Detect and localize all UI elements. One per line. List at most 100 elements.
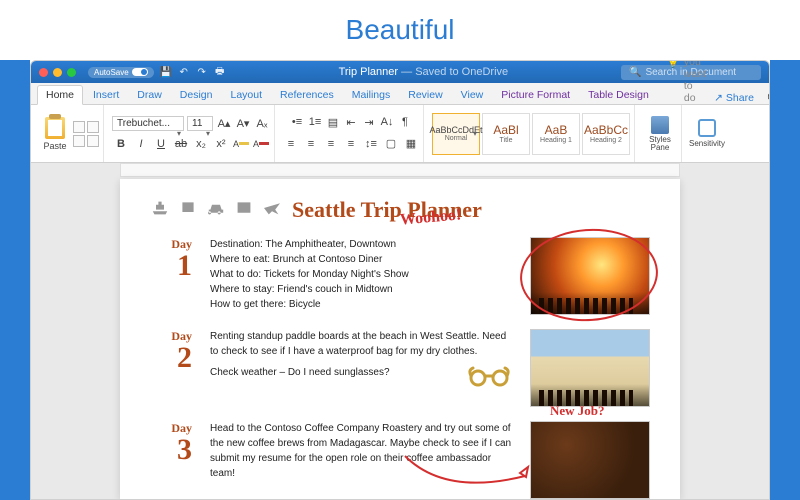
sensitivity-label: Sensitivity — [689, 139, 725, 148]
indent-right-button[interactable]: ⇥ — [362, 116, 376, 132]
sensitivity-button[interactable]: Sensitivity — [690, 119, 724, 148]
document-title: Seattle Trip Planner — [292, 197, 482, 223]
paragraph-group: •≡ 1≡ ▤ ⇤ ⇥ A↓ ¶ ≡ ≡ ≡ ≡ ↕≡ ▢ ▦ — [279, 105, 424, 162]
align-right-button[interactable]: ≡ — [323, 136, 339, 152]
tab-picture-format[interactable]: Picture Format — [493, 86, 578, 104]
bus-icon — [234, 200, 254, 216]
quick-access-toolbar: AutoSave 💾 ↶ ↷ 🖶 — [88, 66, 226, 78]
redo-icon[interactable]: ↷ — [196, 66, 208, 78]
day-row: Day 3 Head to the Contoso Coffee Company… — [150, 421, 650, 499]
shading-button[interactable]: ▢ — [383, 136, 399, 152]
justify-button[interactable]: ≡ — [343, 136, 359, 152]
font-color-button[interactable]: A — [253, 136, 269, 152]
ink-sunglasses — [466, 364, 516, 388]
cut-icon[interactable] — [73, 121, 85, 133]
tab-mailings[interactable]: Mailings — [344, 86, 399, 104]
day-row: Day 2 Renting standup paddle boards at t… — [150, 329, 650, 407]
style-heading2[interactable]: AaBbCcHeading 2 — [582, 113, 630, 155]
ribbon-home: Paste Trebuchet... 11 A▴ A▾ Aₓ — [31, 105, 769, 163]
clear-format-icon[interactable]: Aₓ — [254, 116, 270, 132]
line-spacing-button[interactable]: ↕≡ — [363, 136, 379, 152]
sensitivity-group: Sensitivity — [686, 105, 728, 162]
car-icon — [206, 200, 226, 216]
font-group: Trebuchet... 11 A▴ A▾ Aₓ B I U ab x₂ x² … — [108, 105, 275, 162]
highlight-button[interactable]: A — [233, 136, 249, 152]
grow-font-icon[interactable]: A▴ — [216, 116, 232, 132]
tab-references[interactable]: References — [272, 86, 342, 104]
italic-button[interactable]: I — [133, 136, 149, 152]
tab-insert[interactable]: Insert — [85, 86, 127, 104]
share-label: Share — [726, 92, 754, 104]
share-icon: ↗ — [714, 92, 723, 104]
bullets-button[interactable]: •≡ — [290, 116, 304, 132]
tab-draw[interactable]: Draw — [129, 86, 170, 104]
bold-button[interactable]: B — [113, 136, 129, 152]
format-painter-icon[interactable] — [73, 135, 85, 147]
page[interactable]: Seattle Trip Planner Woohoo! Day 1 Desti… — [120, 179, 680, 499]
comments-button[interactable]: 💬 Comments — [762, 91, 770, 104]
save-icon[interactable]: 💾 — [160, 66, 172, 78]
style-heading1[interactable]: AaBHeading 1 — [532, 113, 580, 155]
print-icon[interactable]: 🖶 — [214, 66, 226, 78]
tab-home[interactable]: Home — [37, 85, 83, 105]
share-button[interactable]: ↗ Share — [708, 92, 760, 104]
backdrop-right — [770, 60, 800, 500]
shrink-font-icon[interactable]: A▾ — [235, 116, 251, 132]
photo-coffee[interactable] — [530, 421, 650, 499]
paste-button[interactable]: Paste — [41, 117, 69, 151]
tab-layout[interactable]: Layout — [222, 86, 270, 104]
plane-icon — [262, 200, 282, 216]
style-title[interactable]: AaBlTitle — [482, 113, 530, 155]
word-window: AutoSave 💾 ↶ ↷ 🖶 Trip Planner — Saved to… — [30, 60, 770, 500]
align-center-button[interactable]: ≡ — [303, 136, 319, 152]
transport-icons — [150, 200, 282, 216]
window-controls[interactable] — [39, 68, 76, 77]
ferry-icon — [150, 200, 170, 216]
strike-button[interactable]: ab — [173, 136, 189, 152]
backdrop-left — [0, 60, 30, 500]
day-text[interactable]: Destination: The Amphitheater, Downtown … — [210, 237, 512, 312]
sensitivity-icon — [698, 119, 716, 137]
train-icon — [178, 200, 198, 216]
day-label: Day 3 — [150, 421, 192, 463]
tab-design[interactable]: Design — [172, 86, 221, 104]
ruler[interactable] — [120, 163, 680, 177]
close-icon[interactable] — [39, 68, 48, 77]
indent-left-button[interactable]: ⇤ — [344, 116, 358, 132]
clipboard-tools — [73, 121, 99, 147]
styles-pane-label: Styles Pane — [649, 136, 671, 152]
clipboard-icon — [45, 117, 65, 139]
numbering-button[interactable]: 1≡ — [308, 116, 322, 132]
day-text[interactable]: Renting standup paddle boards at the bea… — [210, 329, 512, 386]
font-size-select[interactable]: 11 — [187, 116, 213, 131]
superscript-button[interactable]: x² — [213, 136, 229, 152]
comment-icon: 💬 — [768, 91, 770, 104]
minimize-icon[interactable] — [53, 68, 62, 77]
copy-icon[interactable] — [87, 121, 99, 133]
lightbulb-icon: 💡 — [667, 60, 680, 69]
align-left-button[interactable]: ≡ — [283, 136, 299, 152]
tell-me-input[interactable]: 💡 Tell me what you want to do — [659, 60, 706, 104]
sort-button[interactable]: A↓ — [380, 116, 394, 132]
borders-button[interactable]: ▦ — [403, 136, 419, 152]
tell-me-placeholder: Tell me what you want to do — [684, 60, 706, 104]
tab-table-design[interactable]: Table Design — [580, 86, 657, 104]
styles-pane-button[interactable]: Styles Pane — [643, 116, 677, 152]
day-row: Day 1 Destination: The Amphitheater, Dow… — [150, 237, 650, 315]
font-name-select[interactable]: Trebuchet... — [112, 116, 184, 131]
ink-arrow — [400, 451, 540, 499]
show-marks-button[interactable]: ¶ — [398, 116, 412, 132]
photo-beach[interactable] — [530, 329, 650, 407]
tab-view[interactable]: View — [453, 86, 492, 104]
tab-review[interactable]: Review — [400, 86, 450, 104]
zoom-icon[interactable] — [67, 68, 76, 77]
style-normal[interactable]: AaBbCcDdEtNormal — [432, 113, 480, 155]
day-label: Day 2 — [150, 329, 192, 371]
multilevel-button[interactable]: ▤ — [326, 116, 340, 132]
day-label: Day 1 — [150, 237, 192, 279]
undo-icon[interactable]: ↶ — [178, 66, 190, 78]
document-canvas[interactable]: Seattle Trip Planner Woohoo! Day 1 Desti… — [31, 163, 769, 499]
underline-button[interactable]: U — [153, 136, 169, 152]
ribbon-tabs: Home Insert Draw Design Layout Reference… — [31, 83, 769, 105]
autosave-toggle[interactable]: AutoSave — [88, 67, 154, 78]
